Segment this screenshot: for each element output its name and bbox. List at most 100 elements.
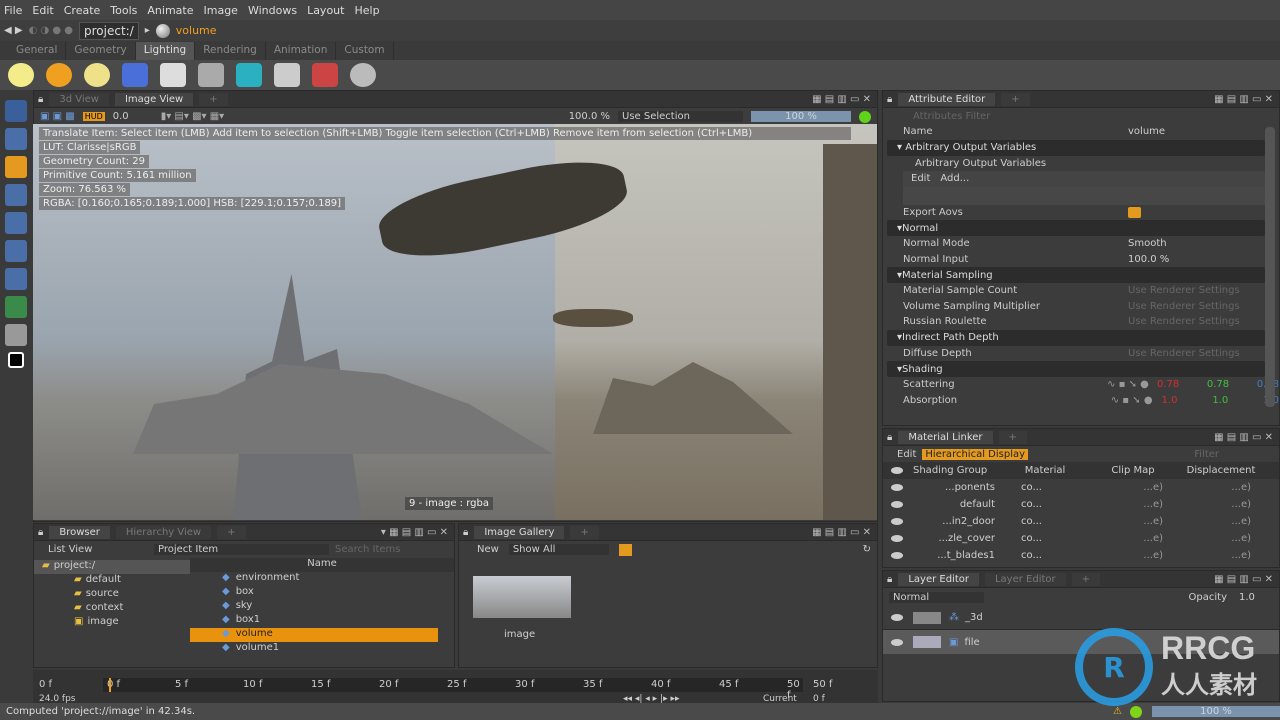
attr-value[interactable]: Use Renderer Settings bbox=[1128, 316, 1240, 327]
material-value[interactable]: co... bbox=[1001, 482, 1089, 493]
search-input[interactable]: Search Items bbox=[335, 544, 401, 555]
tree-item[interactable]: ▰ default bbox=[34, 574, 190, 588]
col-shading-group[interactable]: Shading Group bbox=[913, 465, 1001, 476]
eye-icon[interactable] bbox=[891, 614, 903, 621]
linker-row[interactable]: ...zle_cover co... ...e) ...e) bbox=[883, 530, 1279, 547]
lock-icon[interactable]: 🔒︎ bbox=[887, 574, 892, 585]
snapshot-icon[interactable] bbox=[5, 296, 27, 318]
material-value[interactable]: co... bbox=[1001, 499, 1089, 510]
linker-row[interactable]: ...in2_door co... ...e) ...e) bbox=[883, 513, 1279, 530]
section-shading[interactable]: ▾ Shading bbox=[887, 361, 1265, 377]
col-displacement[interactable]: Displacement bbox=[1177, 465, 1265, 476]
section-normal[interactable]: ▾ Normal bbox=[887, 220, 1265, 236]
timeline-ruler[interactable]: 0 f5 f 10 f 15 f 20 f 25 f 30 f 35 f 40 f 45 f 50… bbox=[103, 678, 803, 701]
add-tab-button[interactable]: + bbox=[998, 430, 1027, 444]
tab-layer-editor-2[interactable]: Layer Editor bbox=[984, 572, 1066, 586]
tree-item[interactable]: ▰ project:/ bbox=[34, 560, 190, 574]
tree-item[interactable]: ▰ source bbox=[34, 588, 190, 602]
shelf-tab-animation[interactable]: Animation bbox=[266, 42, 337, 60]
warning-icon[interactable]: ⚠ bbox=[1113, 706, 1122, 717]
attr-value[interactable]: Use Renderer Settings bbox=[1128, 301, 1240, 312]
list-item[interactable]: ◆ volume1 bbox=[190, 642, 438, 656]
gi-light-icon[interactable] bbox=[312, 63, 338, 87]
shelf-tab-lighting[interactable]: Lighting bbox=[135, 42, 196, 60]
clip-map-value[interactable]: ...e) bbox=[1089, 533, 1177, 544]
list-view-select[interactable]: List View bbox=[48, 544, 148, 555]
shelf-tab-custom[interactable]: Custom bbox=[336, 42, 394, 60]
spot-light-icon[interactable] bbox=[122, 63, 148, 87]
section-aov[interactable]: ▾ Arbitrary Output Variables bbox=[887, 139, 1265, 156]
tab-image-view[interactable]: Image View bbox=[114, 92, 194, 106]
timeline-start[interactable]: 0 f bbox=[39, 679, 52, 690]
filter-input[interactable]: Attributes Filter bbox=[913, 111, 990, 122]
save-image-icon[interactable]: ▣ ▣ ▩ bbox=[40, 111, 75, 122]
attr-value[interactable]: 100.0 % bbox=[1128, 254, 1169, 265]
aov-edit-button[interactable]: Edit bbox=[911, 173, 930, 184]
material-value[interactable]: co... bbox=[1001, 550, 1089, 561]
lock-icon[interactable]: 🔒︎ bbox=[38, 94, 43, 105]
list-item[interactable]: ◆ environment bbox=[190, 572, 438, 586]
lock-icon[interactable]: 🔒︎ bbox=[38, 527, 43, 538]
timeline-end[interactable]: 50 f bbox=[813, 679, 832, 690]
channel-icons[interactable]: ▮▾ ▤▾ ▩▾ ▦▾ bbox=[161, 111, 224, 122]
name-field[interactable]: volume bbox=[1128, 126, 1165, 137]
absorption-r[interactable]: 1.0 bbox=[1162, 395, 1213, 406]
add-tab-button[interactable]: + bbox=[1071, 572, 1101, 586]
section-material-sampling[interactable]: ▾ Material Sampling bbox=[887, 267, 1265, 283]
render-viewport[interactable]: Translate Item: Select item (LMB) Add it… bbox=[33, 124, 877, 520]
shelf-tab-general[interactable]: General bbox=[8, 42, 67, 60]
layer-row[interactable]: ⁂ _3d bbox=[883, 606, 1279, 630]
menu-windows[interactable]: Windows bbox=[248, 4, 297, 17]
filter-input[interactable]: Filter bbox=[1194, 449, 1219, 460]
lock-icon[interactable]: 🔒︎ bbox=[887, 94, 892, 105]
aov-add-button[interactable]: Add... bbox=[940, 173, 969, 184]
material-value[interactable]: co... bbox=[1001, 533, 1089, 544]
exposure-field[interactable]: 0.0 bbox=[113, 111, 153, 122]
selected-item[interactable]: volume bbox=[176, 24, 217, 37]
absorption-g[interactable]: 1.0 bbox=[1212, 395, 1263, 406]
linker-row[interactable]: ...ponents co... ...e) ...e) bbox=[883, 479, 1279, 496]
path-field[interactable]: project:/ bbox=[79, 21, 139, 40]
sphere-light-icon[interactable] bbox=[236, 63, 262, 87]
add-tab-button[interactable]: + bbox=[1001, 92, 1030, 106]
blend-mode-select[interactable]: Normal bbox=[889, 591, 984, 603]
lock-icon[interactable]: 🔒︎ bbox=[463, 527, 468, 538]
panel-layout-buttons[interactable]: ▦ ▤ ▥ ▭ ✕ bbox=[812, 527, 877, 538]
scattering-controls[interactable]: ∿ ▪ ➘ ● bbox=[1107, 379, 1157, 390]
lock-icon[interactable]: 🔒︎ bbox=[887, 432, 892, 443]
menu-tools[interactable]: Tools bbox=[110, 4, 137, 17]
attributes-filter[interactable]: Attributes Filter bbox=[883, 108, 1279, 124]
panel-layout-buttons[interactable]: ▦ ▤ ▥ ▭ ✕ bbox=[812, 94, 877, 105]
pivot-icon[interactable] bbox=[5, 240, 27, 262]
eye-icon[interactable] bbox=[891, 552, 903, 559]
material-value[interactable]: co... bbox=[1001, 516, 1089, 527]
project-item-select[interactable]: Project Item bbox=[154, 544, 329, 555]
scattering-g[interactable]: 0.78 bbox=[1207, 379, 1257, 390]
menu-animate[interactable]: Animate bbox=[147, 4, 193, 17]
hud-toggle[interactable]: HUD bbox=[82, 112, 105, 121]
section-indirect-path-depth[interactable]: ▾ Indirect Path Depth bbox=[887, 329, 1265, 346]
menu-file[interactable]: File bbox=[4, 4, 22, 17]
eye-icon[interactable] bbox=[891, 484, 903, 491]
area-light-icon[interactable] bbox=[160, 63, 186, 87]
col-clip-map[interactable]: Clip Map bbox=[1089, 465, 1177, 476]
sun-light-icon[interactable] bbox=[46, 63, 72, 87]
zoom-field[interactable]: 100.0 % bbox=[569, 111, 610, 122]
list-item[interactable]: ◆ box bbox=[190, 586, 438, 600]
add-tab-button[interactable]: + bbox=[199, 92, 228, 106]
line-light-icon[interactable] bbox=[198, 63, 224, 87]
displacement-value[interactable]: ...e) bbox=[1177, 482, 1265, 493]
attr-scrollbar[interactable] bbox=[1265, 127, 1275, 407]
displacement-value[interactable]: ...e) bbox=[1177, 499, 1265, 510]
distant-light-icon[interactable] bbox=[274, 63, 300, 87]
menu-image[interactable]: Image bbox=[204, 4, 238, 17]
edit-menu[interactable]: Edit bbox=[897, 449, 916, 460]
eye-icon[interactable] bbox=[891, 501, 903, 508]
displacement-value[interactable]: ...e) bbox=[1177, 550, 1265, 561]
displacement-value[interactable]: ...e) bbox=[1177, 533, 1265, 544]
back-icon[interactable]: ◀ ▶ bbox=[4, 25, 23, 36]
menu-create[interactable]: Create bbox=[64, 4, 101, 17]
eraser-icon[interactable] bbox=[5, 324, 27, 346]
tab-material-linker[interactable]: Material Linker bbox=[898, 430, 993, 444]
tab-image-gallery[interactable]: Image Gallery bbox=[474, 525, 565, 539]
